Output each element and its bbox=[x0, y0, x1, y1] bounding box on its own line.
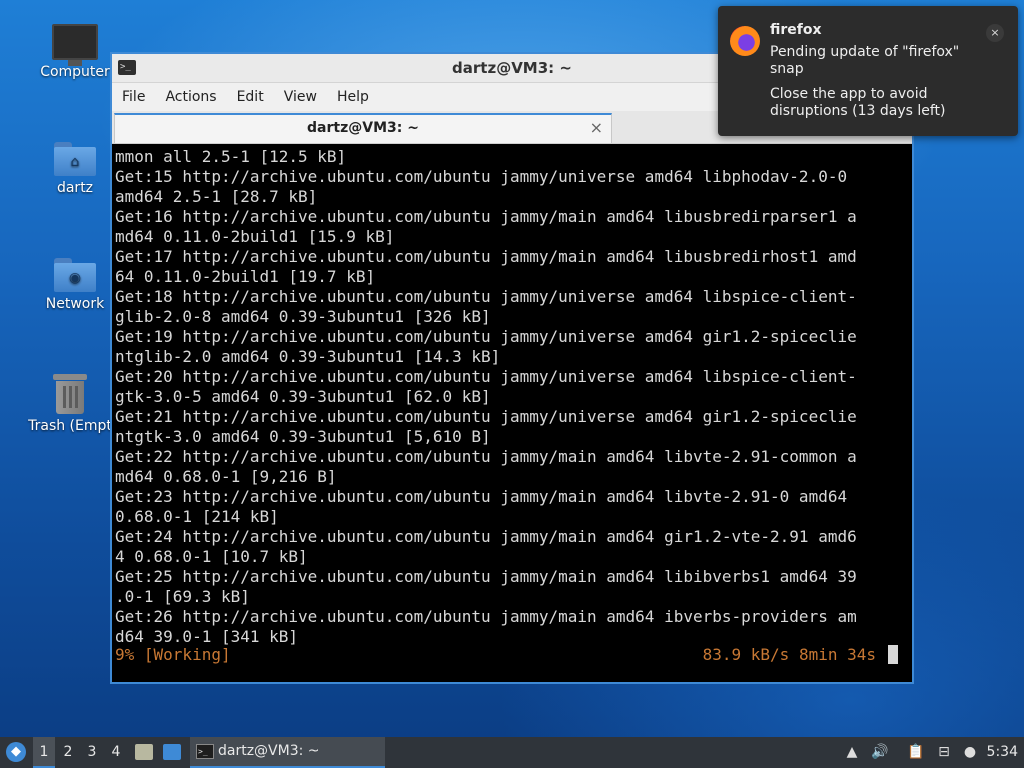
taskbar: ◆ 1 2 3 4 >_ dartz@VM3: ~ ▲ 🔊 📋 ⊟ ● 5:34 bbox=[0, 737, 1024, 768]
terminal-line: md64 0.11.0-2build1 [15.9 kB] bbox=[115, 227, 395, 246]
desktop-icon-label: Trash (Empt bbox=[28, 418, 112, 434]
terminal-line: Get:26 http://archive.ubuntu.com/ubuntu … bbox=[115, 607, 857, 626]
terminal-window: >_ dartz@VM3: ~ File Actions Edit View H… bbox=[110, 52, 914, 684]
menu-actions[interactable]: Actions bbox=[165, 89, 216, 105]
desktop-icon-trash[interactable]: Trash (Empt bbox=[20, 374, 120, 434]
terminal-line: ntgtk-3.0 amd64 0.39-3ubuntu1 [5,610 B] bbox=[115, 427, 491, 446]
terminal-line: glib-2.0-8 amd64 0.39-3ubuntu1 [326 kB] bbox=[115, 307, 491, 326]
update-tray-icon[interactable]: ▲ bbox=[843, 743, 861, 761]
download-speed-eta: 83.9 kB/s 8min 34s bbox=[702, 645, 876, 664]
tab-terminal[interactable]: dartz@VM3: ~ × bbox=[114, 113, 612, 143]
start-menu-icon[interactable]: ◆ bbox=[6, 742, 26, 762]
terminal-cursor bbox=[888, 645, 898, 664]
update-notification[interactable]: firefox Pending update of "firefox" snap… bbox=[718, 6, 1018, 136]
terminal-line: mmon all 2.5-1 [12.5 kB] bbox=[115, 147, 347, 166]
notification-app-name: firefox bbox=[770, 22, 822, 38]
network-folder-icon: ◉ bbox=[54, 258, 96, 292]
terminal-line: Get:18 http://archive.ubuntu.com/ubuntu … bbox=[115, 287, 857, 306]
terminal-line: Get:20 http://archive.ubuntu.com/ubuntu … bbox=[115, 367, 857, 386]
terminal-line: Get:23 http://archive.ubuntu.com/ubuntu … bbox=[115, 487, 848, 506]
menu-edit[interactable]: Edit bbox=[237, 89, 264, 105]
progress-line: 9% [Working] 83.9 kB/s 8min 34s bbox=[115, 645, 888, 665]
firefox-icon bbox=[730, 26, 760, 56]
trash-icon bbox=[53, 374, 87, 414]
terminal-line: 0.68.0-1 [214 kB] bbox=[115, 507, 279, 526]
notification-body: Pending update of "firefox" snap bbox=[770, 44, 960, 77]
notification-detail: Close the app to avoid disruptions (13 d… bbox=[770, 86, 946, 119]
menu-file[interactable]: File bbox=[122, 89, 145, 105]
progress-status: 9% [Working] bbox=[115, 645, 231, 664]
tab-label: dartz@VM3: ~ bbox=[307, 120, 419, 136]
taskbar-task-terminal[interactable]: >_ dartz@VM3: ~ bbox=[190, 737, 385, 768]
terminal-line: 64 0.11.0-2build1 [19.7 kB] bbox=[115, 267, 376, 286]
terminal-task-icon: >_ bbox=[196, 744, 214, 759]
terminal-line: Get:17 http://archive.ubuntu.com/ubuntu … bbox=[115, 247, 857, 266]
workspace-1[interactable]: 1 bbox=[33, 737, 55, 768]
terminal-line: Get:25 http://archive.ubuntu.com/ubuntu … bbox=[115, 567, 857, 586]
terminal-line: Get:15 http://archive.ubuntu.com/ubuntu … bbox=[115, 167, 848, 186]
home-folder-icon: ⌂ bbox=[54, 142, 96, 176]
workspace-3[interactable]: 3 bbox=[81, 737, 103, 768]
file-manager-launcher-icon[interactable] bbox=[135, 744, 153, 760]
notifications-tray-icon[interactable]: ● bbox=[961, 743, 979, 761]
terminal-output[interactable]: mmon all 2.5-1 [12.5 kB] Get:15 http://ar… bbox=[112, 144, 912, 682]
terminal-line: amd64 2.5-1 [28.7 kB] bbox=[115, 187, 318, 206]
terminal-line: d64 39.0-1 [341 kB] bbox=[115, 627, 299, 646]
terminal-line: Get:24 http://archive.ubuntu.com/ubuntu … bbox=[115, 527, 857, 546]
terminal-line: .0-1 [69.3 kB] bbox=[115, 587, 250, 606]
tab-close-icon[interactable]: × bbox=[590, 118, 603, 138]
terminal-line: Get:22 http://archive.ubuntu.com/ubuntu … bbox=[115, 447, 857, 466]
terminal-line: md64 0.68.0-1 [9,216 B] bbox=[115, 467, 337, 486]
show-desktop-icon[interactable] bbox=[163, 744, 181, 760]
task-label: dartz@VM3: ~ bbox=[218, 743, 320, 759]
terminal-line: Get:16 http://archive.ubuntu.com/ubuntu … bbox=[115, 207, 857, 226]
network-tray-icon[interactable]: ⊟ bbox=[935, 743, 953, 761]
terminal-line: gtk-3.0-5 amd64 0.39-3ubuntu1 [62.0 kB] bbox=[115, 387, 491, 406]
workspace-4[interactable]: 4 bbox=[105, 737, 127, 768]
terminal-line: Get:19 http://archive.ubuntu.com/ubuntu … bbox=[115, 327, 857, 346]
volume-icon[interactable]: 🔊 bbox=[871, 743, 889, 761]
terminal-line: ntglib-2.0 amd64 0.39-3ubuntu1 [14.3 kB] bbox=[115, 347, 501, 366]
menu-help[interactable]: Help bbox=[337, 89, 369, 105]
computer-icon bbox=[52, 24, 98, 66]
clipboard-icon[interactable]: 📋 bbox=[907, 743, 925, 761]
menu-view[interactable]: View bbox=[284, 89, 317, 105]
terminal-line: 4 0.68.0-1 [10.7 kB] bbox=[115, 547, 308, 566]
notification-close-icon[interactable]: × bbox=[986, 24, 1004, 42]
terminal-lines: mmon all 2.5-1 [12.5 kB] Get:15 http://ar… bbox=[112, 144, 912, 647]
clock[interactable]: 5:34 bbox=[987, 737, 1018, 768]
terminal-line: Get:21 http://archive.ubuntu.com/ubuntu … bbox=[115, 407, 857, 426]
workspace-2[interactable]: 2 bbox=[57, 737, 79, 768]
